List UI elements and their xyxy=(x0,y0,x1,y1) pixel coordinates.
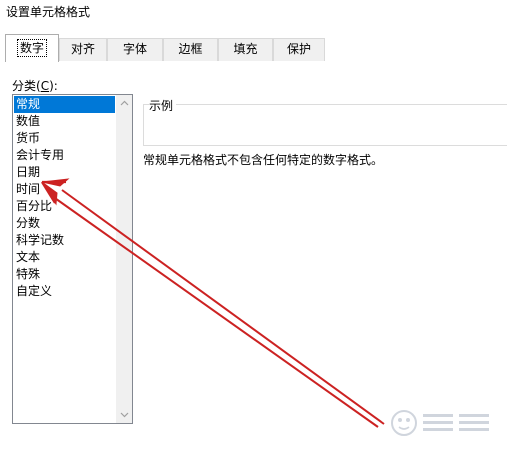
category-item-text[interactable]: 文本 xyxy=(14,249,115,266)
category-item-scientific[interactable]: 科学记数 xyxy=(14,232,115,249)
watermark-logo-icon xyxy=(391,410,489,436)
category-item-date[interactable]: 日期 xyxy=(14,164,115,181)
tab-border[interactable]: 边框 xyxy=(163,38,218,61)
category-item-special[interactable]: 特殊 xyxy=(14,266,115,283)
category-scrollbar[interactable] xyxy=(116,95,132,423)
tab-alignment-label: 对齐 xyxy=(70,42,95,56)
category-item-time[interactable]: 时间 xyxy=(14,181,115,198)
chevron-up-icon xyxy=(120,100,128,106)
sample-label: 示例 xyxy=(149,97,177,114)
tab-alignment[interactable]: 对齐 xyxy=(59,38,107,61)
tab-bar: 数字 对齐 字体 边框 填充 保护 xyxy=(0,34,507,62)
category-list: 常规 数值 货币 会计专用 日期 时间 百分比 分数 科学记数 文本 特殊 自定… xyxy=(14,96,115,300)
tab-number-label: 数字 xyxy=(16,39,48,57)
scroll-up-button[interactable] xyxy=(116,95,132,111)
tab-font[interactable]: 字体 xyxy=(107,38,163,61)
category-item-currency[interactable]: 货币 xyxy=(14,130,115,147)
category-item-general[interactable]: 常规 xyxy=(14,96,115,113)
chevron-down-icon xyxy=(120,412,128,418)
scroll-down-button[interactable] xyxy=(116,407,132,423)
tab-protection[interactable]: 保护 xyxy=(273,38,325,61)
tab-font-label: 字体 xyxy=(122,42,147,56)
category-item-custom[interactable]: 自定义 xyxy=(14,283,115,300)
tab-protection-label: 保护 xyxy=(286,42,311,56)
tab-fill-label: 填充 xyxy=(233,42,258,56)
category-item-fraction[interactable]: 分数 xyxy=(14,215,115,232)
category-item-percentage[interactable]: 百分比 xyxy=(14,198,115,215)
sample-groupbox xyxy=(143,104,507,146)
category-item-number[interactable]: 数值 xyxy=(14,113,115,130)
category-label: 分类(C): xyxy=(12,79,58,93)
category-item-accounting[interactable]: 会计专用 xyxy=(14,147,115,164)
tab-border-label: 边框 xyxy=(178,42,203,56)
category-listbox[interactable]: 常规 数值 货币 会计专用 日期 时间 百分比 分数 科学记数 文本 特殊 自定… xyxy=(12,94,133,424)
tab-fill[interactable]: 填充 xyxy=(218,38,273,61)
dialog-title: 设置单元格格式 xyxy=(6,5,91,19)
format-description: 常规单元格格式不包含任何特定的数字格式。 xyxy=(143,153,384,167)
tab-number[interactable]: 数字 xyxy=(5,34,59,62)
